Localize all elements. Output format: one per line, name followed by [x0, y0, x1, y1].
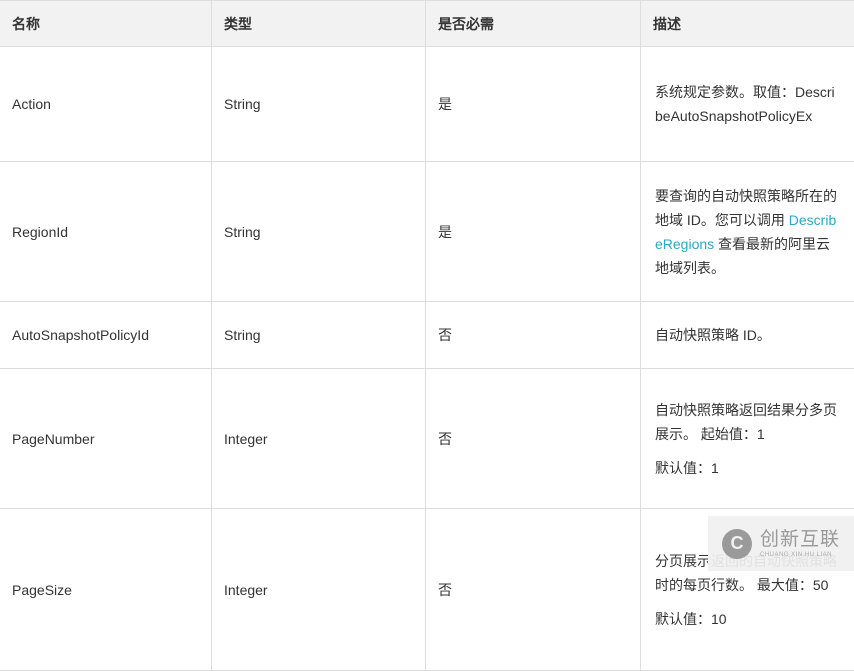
param-type: String: [212, 162, 426, 302]
table-row: RegionId String 是 要查询的自动快照策略所在的地域 ID。您可以…: [0, 162, 854, 302]
param-required: 是: [426, 47, 641, 162]
param-required: 否: [426, 302, 641, 369]
param-type: String: [212, 47, 426, 162]
default-value-text: 默认值：10: [655, 607, 842, 631]
header-name: 名称: [0, 1, 212, 47]
header-required: 是否必需: [426, 1, 641, 47]
header-description: 描述: [641, 1, 854, 47]
param-description: 系统规定参数。取值：DescribeAutoSnapshotPolicyEx: [641, 47, 854, 162]
param-name: Action: [0, 47, 212, 162]
description-text: 自动快照策略返回结果分多页展示。 起始值：1: [655, 398, 842, 446]
watermark: C 创新互联 CHUANG XIN HU LIAN: [708, 516, 854, 571]
param-name: AutoSnapshotPolicyId: [0, 302, 212, 369]
param-description: 自动快照策略 ID。: [641, 302, 854, 369]
table-row: AutoSnapshotPolicyId String 否 自动快照策略 ID。: [0, 302, 854, 369]
param-description: 自动快照策略返回结果分多页展示。 起始值：1 默认值：1: [641, 369, 854, 509]
table-row: Action String 是 系统规定参数。取值：DescribeAutoSn…: [0, 47, 854, 162]
param-type: Integer: [212, 509, 426, 671]
description-text: 自动快照策略 ID。: [655, 323, 842, 347]
description-text: 系统规定参数。取值：DescribeAutoSnapshotPolicyEx: [655, 80, 842, 128]
brand-logo-icon: C: [722, 529, 752, 559]
param-required: 否: [426, 369, 641, 509]
description-text: 要查询的自动快照策略所在的地域 ID。您可以调用 DescribeRegions…: [655, 184, 842, 280]
param-required: 否: [426, 509, 641, 671]
param-name: RegionId: [0, 162, 212, 302]
watermark-name-cn: 创新互联: [760, 529, 840, 551]
watermark-name-en: CHUANG XIN HU LIAN: [760, 551, 840, 559]
param-name: PageNumber: [0, 369, 212, 509]
table-header-row: 名称 类型 是否必需 描述: [0, 1, 854, 47]
param-type: Integer: [212, 369, 426, 509]
param-description: 要查询的自动快照策略所在的地域 ID。您可以调用 DescribeRegions…: [641, 162, 854, 302]
default-value-text: 默认值：1: [655, 456, 842, 480]
param-type: String: [212, 302, 426, 369]
param-name: PageSize: [0, 509, 212, 671]
param-required: 是: [426, 162, 641, 302]
header-type: 类型: [212, 1, 426, 47]
table-row: PageNumber Integer 否 自动快照策略返回结果分多页展示。 起始…: [0, 369, 854, 509]
